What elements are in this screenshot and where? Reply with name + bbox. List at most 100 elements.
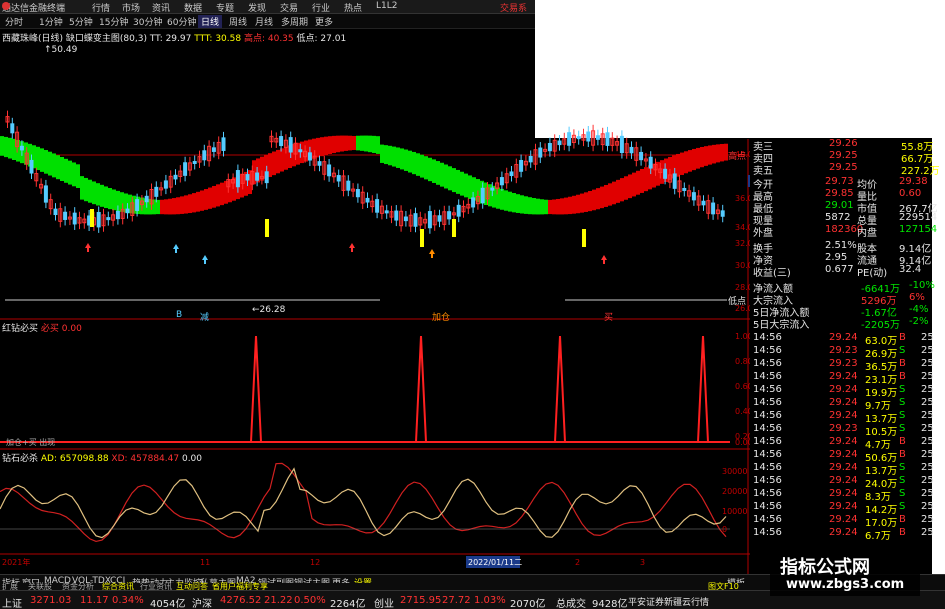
signal-label: B bbox=[176, 310, 183, 320]
tick-price: 29.24 bbox=[829, 384, 858, 395]
period-60min[interactable]: 60分钟 bbox=[164, 15, 199, 28]
menu-discover[interactable]: 发现 bbox=[248, 1, 266, 14]
tick-row: 14:56 29.24 23.1万 B 25 bbox=[753, 371, 934, 386]
candle-body bbox=[106, 217, 111, 221]
ribbon-segment bbox=[404, 149, 408, 171]
ribbon-segment bbox=[196, 191, 200, 212]
period-monthly[interactable]: 月线 bbox=[252, 15, 276, 28]
ind1-name[interactable]: 红钻必买 bbox=[2, 324, 38, 334]
ribbon-segment bbox=[592, 189, 596, 211]
tick-side: S bbox=[899, 423, 906, 434]
ribbon-segment bbox=[440, 162, 444, 187]
ind2-ad: AD: 657098.88 bbox=[40, 454, 109, 464]
ind1-header: 红钻必买 必买 0.00 bbox=[2, 321, 82, 334]
ribbon-segment bbox=[708, 145, 712, 165]
period-30min[interactable]: 30分钟 bbox=[130, 15, 165, 28]
period-tick[interactable]: 分时 bbox=[2, 15, 26, 28]
ind2-tick: 0 bbox=[722, 525, 727, 534]
ribbon-segment bbox=[276, 149, 280, 174]
ribbon-segment bbox=[424, 156, 428, 180]
tick-time: 14:56 bbox=[753, 449, 782, 460]
indicator-name[interactable]: 缺口蝶变主图(80,3) bbox=[66, 34, 147, 44]
cy-index-name[interactable]: 创业 bbox=[374, 595, 394, 609]
right-low-label: 低点 bbox=[728, 297, 747, 307]
ribbon-segment bbox=[608, 183, 612, 206]
tick-side: B bbox=[899, 449, 906, 460]
tick-side: S bbox=[899, 345, 906, 356]
candle-body bbox=[711, 202, 716, 215]
ribbon-segment bbox=[468, 175, 472, 199]
tick-price: 29.24 bbox=[829, 410, 858, 421]
flow-pct: -4% bbox=[909, 304, 929, 315]
ribbon-segment bbox=[572, 195, 576, 214]
ribbon-segment bbox=[548, 199, 552, 215]
ribbon-segment bbox=[0, 136, 4, 156]
ribbon-segment bbox=[324, 136, 328, 156]
ribbon-segment bbox=[4, 136, 8, 158]
stat-value: 29.01 bbox=[825, 200, 854, 211]
ribbon-segment bbox=[628, 174, 632, 199]
candle-body bbox=[279, 136, 284, 147]
stat-label: 内盘 bbox=[857, 228, 877, 239]
period-multi[interactable]: 多周期 bbox=[278, 15, 311, 28]
tick-volume: 6.7万 bbox=[865, 531, 891, 542]
ribbon-segment bbox=[60, 157, 64, 181]
tick-time: 14:56 bbox=[753, 527, 782, 538]
candle-body bbox=[365, 197, 370, 203]
tt-value: TT: 29.97 bbox=[149, 34, 192, 44]
tick-price: 29.24 bbox=[829, 397, 858, 408]
ribbon-segment bbox=[596, 188, 600, 210]
ribbon-segment bbox=[8, 137, 12, 159]
menu-l1l2[interactable]: L1L2 bbox=[376, 1, 397, 11]
period-weekly[interactable]: 周线 bbox=[226, 15, 250, 28]
ribbon-segment bbox=[644, 167, 648, 192]
menu-trade[interactable]: 交易 bbox=[280, 1, 298, 14]
sh-index-name[interactable]: 上证 bbox=[2, 595, 22, 609]
trade-system-link[interactable]: 交易系 bbox=[500, 1, 527, 14]
tick-side: S bbox=[899, 501, 906, 512]
tick-count: 25 bbox=[921, 345, 934, 356]
kline-chart[interactable]: 40.0036.0034.0032.0030.0028.0026.0037.43… bbox=[0, 29, 773, 574]
sh-index-change: 11.17 bbox=[80, 595, 109, 606]
flow-label: 5日大宗流入 bbox=[753, 320, 810, 331]
sz-index-name[interactable]: 沪深 bbox=[192, 595, 212, 609]
menu-shichang[interactable]: 市场 bbox=[122, 1, 140, 14]
sz-index-value: 4276.52 bbox=[220, 595, 262, 606]
tick-side: B bbox=[899, 371, 906, 382]
ribbon-segment bbox=[280, 148, 284, 172]
tick-side: S bbox=[899, 384, 906, 395]
chart-area[interactable]: 40.0036.0034.0032.0030.0028.0026.0037.43… bbox=[0, 29, 773, 574]
ind2-xd2: 0.00 bbox=[181, 454, 203, 464]
candle-body bbox=[154, 186, 159, 197]
menu-data[interactable]: 数据 bbox=[184, 1, 202, 14]
candle-body bbox=[355, 189, 360, 198]
signal-arrow bbox=[601, 255, 607, 264]
total-turnover-name: 总成交 bbox=[556, 599, 586, 609]
menu-hot[interactable]: 热点 bbox=[344, 1, 362, 14]
ribbon-segment bbox=[364, 135, 368, 152]
ribbon-segment bbox=[620, 178, 624, 202]
candle-body bbox=[163, 180, 168, 189]
tick-price: 29.23 bbox=[829, 358, 858, 369]
menu-news[interactable]: 资讯 bbox=[152, 1, 170, 14]
ribbon-segment bbox=[588, 191, 592, 212]
ribbon-segment bbox=[584, 192, 588, 212]
ind2-name[interactable]: 钻石必杀 bbox=[2, 454, 38, 464]
tick-side: B bbox=[899, 514, 906, 525]
ribbon-segment bbox=[516, 194, 520, 213]
candle-body bbox=[135, 199, 140, 211]
tick-row: 14:56 29.24 14.2万 S 25 bbox=[753, 501, 934, 516]
candle-body bbox=[682, 187, 687, 191]
stat-label: PE(动) bbox=[857, 268, 888, 279]
period-more[interactable]: 更多 bbox=[312, 15, 336, 28]
menu-topics[interactable]: 专题 bbox=[216, 1, 234, 14]
period-15min[interactable]: 15分钟 bbox=[96, 15, 131, 28]
menu-market[interactable]: 行情 bbox=[92, 1, 110, 14]
period-daily[interactable]: 日线 bbox=[198, 15, 223, 28]
stat-value: 32.4 bbox=[899, 264, 922, 275]
ribbon-segment bbox=[448, 166, 452, 191]
menu-industry[interactable]: 行业 bbox=[312, 1, 330, 14]
period-5min[interactable]: 5分钟 bbox=[66, 15, 96, 28]
ribbon-segment bbox=[700, 146, 704, 168]
period-1min[interactable]: 1分钟 bbox=[36, 15, 66, 28]
